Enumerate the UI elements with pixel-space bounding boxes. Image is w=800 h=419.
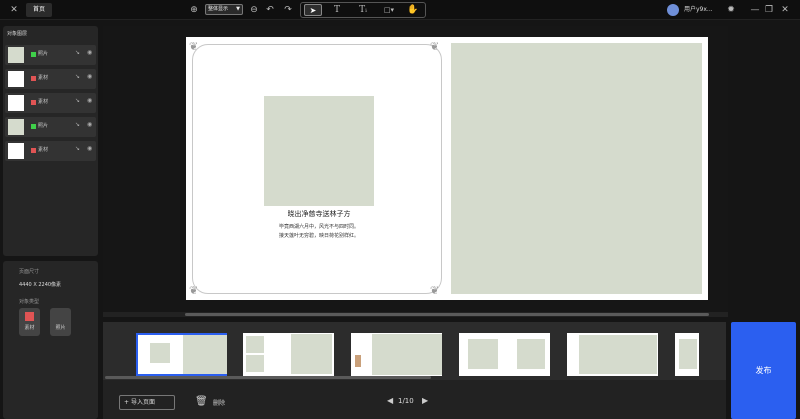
- close-icon[interactable]: ✕: [8, 0, 20, 20]
- photo-placeholder[interactable]: [264, 96, 374, 206]
- page-size-value: 4440 X 2240像素: [19, 282, 62, 288]
- scrollbar-thumb[interactable]: [185, 313, 709, 316]
- poem-line[interactable]: 接天莲叶无穷碧，映日荷花别样红。: [222, 232, 416, 239]
- minimize-icon[interactable]: —: [750, 0, 760, 20]
- eye-icon[interactable]: ◉: [87, 121, 92, 128]
- page-thumbnail[interactable]: [243, 333, 334, 376]
- publish-button[interactable]: 发布: [731, 322, 796, 419]
- layer-label: 素材: [38, 147, 49, 153]
- zoom-out-icon[interactable]: ⊖: [248, 0, 260, 20]
- page-thumbnail[interactable]: [567, 333, 658, 376]
- thumb-photo: [246, 336, 264, 353]
- corner-ornament-icon: ❦: [189, 40, 199, 53]
- home-tab[interactable]: 首页: [26, 3, 52, 17]
- gear-icon[interactable]: ✹: [725, 0, 737, 20]
- layer-row[interactable]: 素材 ↘ ◉: [5, 93, 96, 113]
- material-swatch: [25, 312, 34, 321]
- thumb-decoration: [355, 355, 361, 367]
- page-thumbnail[interactable]: [351, 333, 442, 376]
- type-material-label: 素材: [24, 325, 35, 331]
- eye-icon[interactable]: ◉: [87, 97, 92, 104]
- poem-title[interactable]: 晓出净慈寺送林子方: [222, 209, 416, 219]
- page-size-label: 页面尺寸: [19, 269, 40, 275]
- shape-tool-icon[interactable]: □▾: [380, 0, 398, 20]
- cursor-icon[interactable]: ↘: [75, 49, 80, 56]
- fit-view-select[interactable]: 整体显示 ▼: [205, 4, 243, 15]
- thumb-photo: [372, 334, 442, 375]
- eye-icon[interactable]: ◉: [87, 73, 92, 80]
- layer-thumbnail: [8, 71, 24, 87]
- undo-icon[interactable]: ↶: [264, 0, 276, 20]
- import-page-label: 导入页面: [130, 399, 155, 406]
- thumb-photo: [150, 343, 170, 363]
- type-photo-button[interactable]: 照片: [50, 308, 71, 336]
- cursor-icon[interactable]: ↘: [75, 97, 80, 104]
- layer-row[interactable]: 照片 ↘ ◉: [5, 117, 96, 137]
- cursor-icon[interactable]: ↘: [75, 121, 80, 128]
- corner-ornament-icon: ❦: [189, 284, 199, 297]
- maximize-icon[interactable]: ❐: [764, 0, 774, 20]
- layer-type-swatch: [31, 76, 36, 81]
- object-type-label: 对象类型: [19, 299, 40, 305]
- prev-page-icon[interactable]: ◀: [387, 396, 393, 405]
- thumb-photo: [517, 339, 545, 369]
- redo-icon[interactable]: ↷: [282, 0, 294, 20]
- avatar[interactable]: [667, 4, 679, 16]
- layer-label: 照片: [38, 51, 49, 57]
- page-thumbnail[interactable]: [136, 333, 227, 376]
- next-page-icon[interactable]: ▶: [422, 396, 428, 405]
- layer-label: 素材: [38, 99, 49, 105]
- trash-icon[interactable]: 🗑: [195, 394, 208, 410]
- layer-row[interactable]: 照片 ↘ ◉: [5, 45, 96, 65]
- poem-line[interactable]: 毕竟西湖六月中，风光不与四时同。: [222, 223, 416, 230]
- thumb-photo: [679, 339, 697, 369]
- plus-icon: +: [124, 399, 131, 406]
- hand-tool-icon[interactable]: ✋: [406, 0, 420, 20]
- text-size-tool-icon[interactable]: Tᵢ: [356, 0, 370, 20]
- thumb-photo: [246, 355, 264, 372]
- cursor-icon[interactable]: ↘: [75, 73, 80, 80]
- corner-ornament-icon: ❦: [430, 284, 440, 297]
- window-close-icon[interactable]: ✕: [780, 0, 790, 20]
- corner-ornament-icon: ❦: [430, 40, 440, 53]
- layer-type-swatch: [31, 52, 36, 57]
- type-material-button[interactable]: 素材: [19, 308, 40, 336]
- layer-type-swatch: [31, 148, 36, 153]
- thumb-photo: [579, 335, 657, 374]
- layer-thumbnail: [8, 143, 24, 159]
- import-page-button[interactable]: + 导入页面: [119, 395, 175, 410]
- username[interactable]: 用户y9x...: [684, 0, 716, 20]
- layer-row[interactable]: 素材 ↘ ◉: [5, 69, 96, 89]
- layer-type-swatch: [31, 124, 36, 129]
- select-tool-icon[interactable]: ➤: [304, 4, 322, 16]
- cursor-icon[interactable]: ↘: [75, 145, 80, 152]
- page-indicator: 1/10: [398, 397, 414, 405]
- layer-thumbnail: [8, 119, 24, 135]
- layer-type-swatch: [31, 100, 36, 105]
- layer-label: 照片: [38, 123, 49, 129]
- thumbnail-scrollbar[interactable]: [105, 376, 431, 379]
- delete-label[interactable]: 删除: [213, 398, 225, 407]
- fit-view-value: 整体显示: [208, 6, 229, 12]
- layer-thumbnail: [8, 95, 24, 111]
- page-thumbnail[interactable]: [459, 333, 550, 376]
- thumb-photo: [468, 339, 498, 369]
- text-tool-icon[interactable]: T: [330, 0, 344, 20]
- zoom-in-icon[interactable]: ⊕: [188, 0, 200, 20]
- type-photo-label: 照片: [55, 325, 66, 331]
- chevron-down-icon: ▼: [236, 6, 240, 12]
- layer-row[interactable]: 素材 ↘ ◉: [5, 141, 96, 161]
- photo-placeholder-large[interactable]: [451, 43, 702, 294]
- layer-label: 素材: [38, 75, 49, 81]
- layers-title: 对象图层: [7, 31, 28, 37]
- thumb-photo: [291, 334, 332, 374]
- eye-icon[interactable]: ◉: [87, 145, 92, 152]
- layer-thumbnail: [8, 47, 24, 63]
- page-thumbnail[interactable]: [675, 333, 699, 376]
- thumb-photo: [183, 335, 227, 374]
- eye-icon[interactable]: ◉: [87, 49, 92, 56]
